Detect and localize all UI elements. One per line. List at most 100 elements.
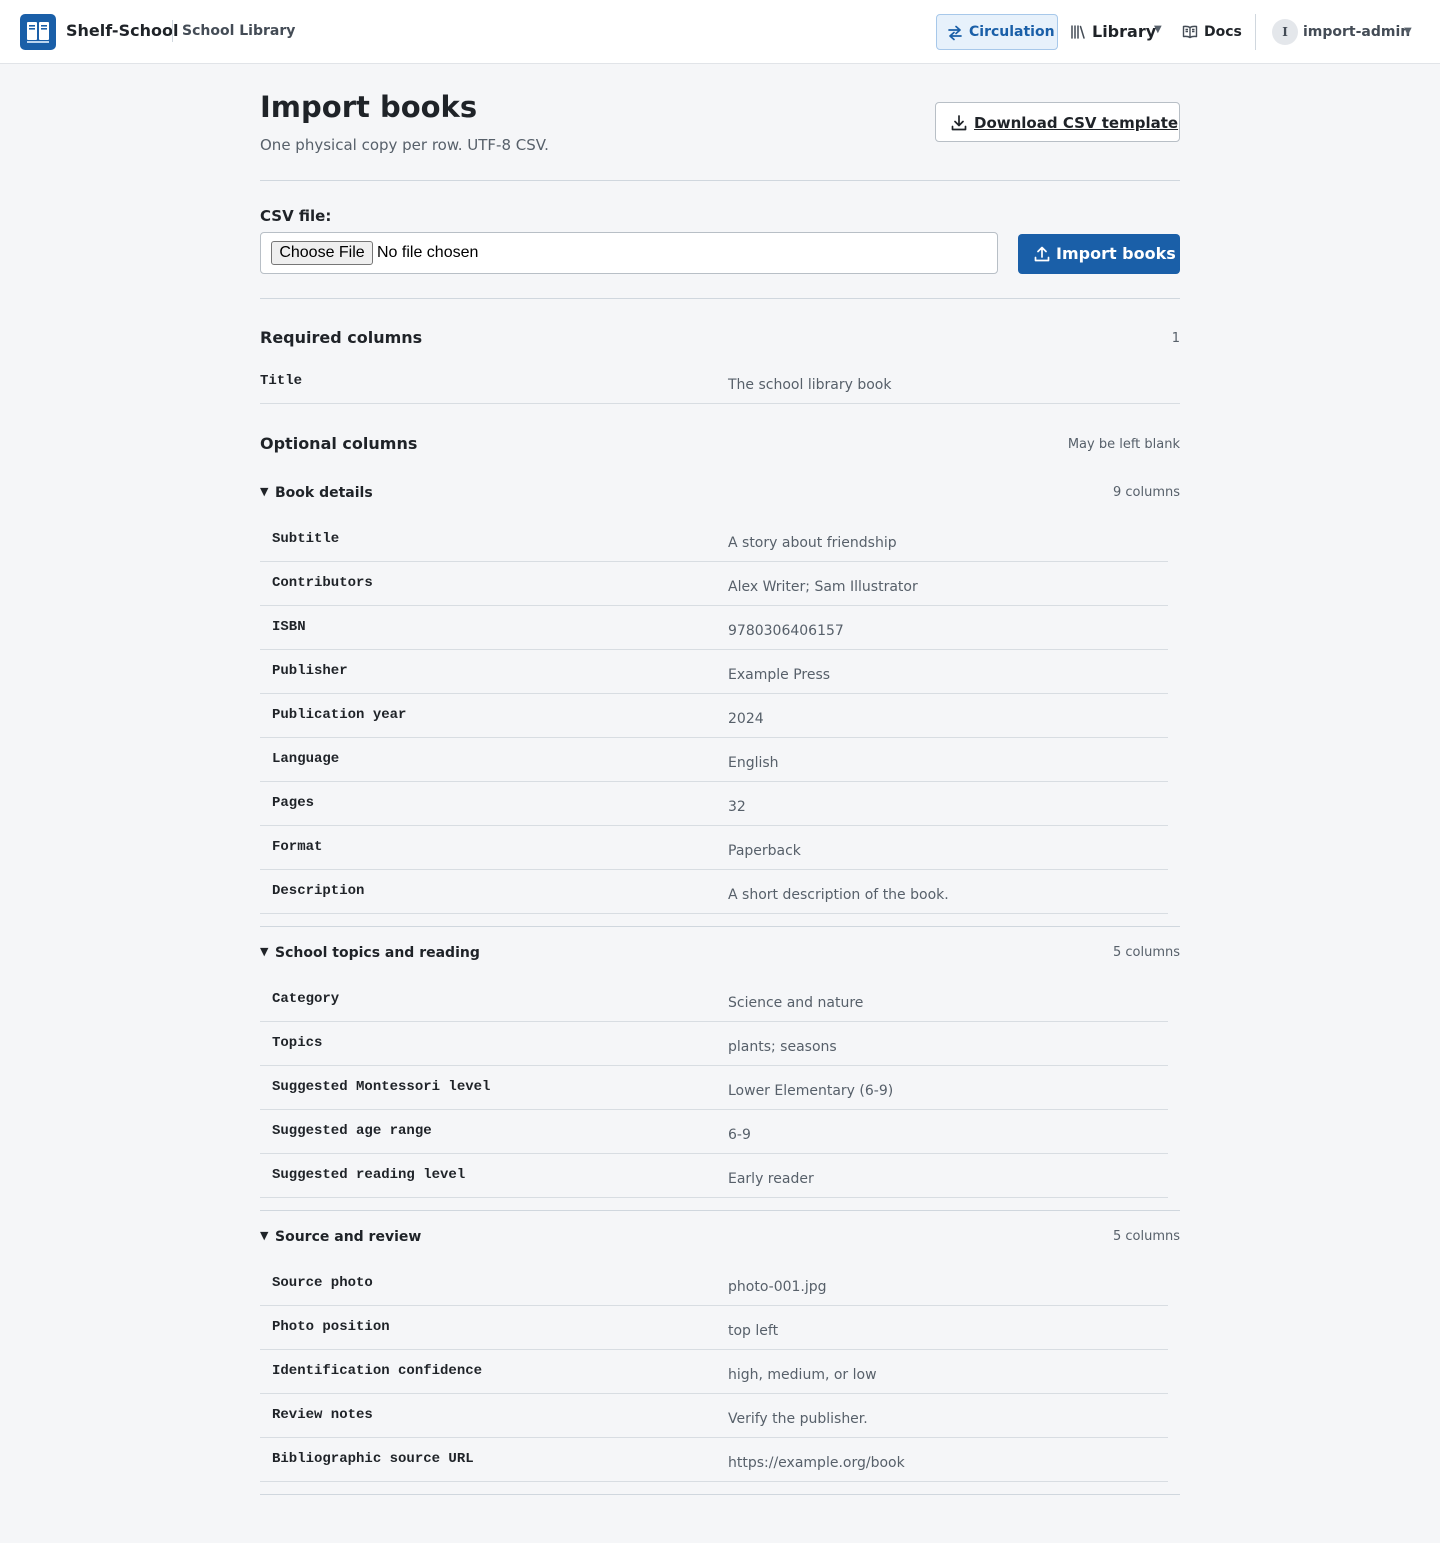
column-example: high, medium, or low bbox=[728, 1367, 877, 1383]
download-icon bbox=[950, 114, 968, 136]
column-example: photo-001.jpg bbox=[728, 1279, 827, 1295]
group-title: Book details bbox=[275, 485, 373, 501]
avatar: I bbox=[1272, 19, 1298, 45]
divider bbox=[260, 1494, 1180, 1495]
column-example: Lower Elementary (6-9) bbox=[728, 1083, 894, 1099]
column-name: Topics bbox=[272, 1035, 323, 1051]
caret-down-icon: ▼ bbox=[260, 485, 269, 498]
nav-docs[interactable]: Docs bbox=[1180, 14, 1244, 50]
column-example: English bbox=[728, 755, 779, 771]
column-example: https://example.org/book bbox=[728, 1455, 905, 1471]
column-example: A short description of the book. bbox=[728, 887, 949, 903]
column-example: 32 bbox=[728, 799, 746, 815]
divider bbox=[260, 926, 1180, 927]
column-name: Title bbox=[260, 373, 303, 389]
column-example: plants; seasons bbox=[728, 1039, 837, 1055]
column-name: Publisher bbox=[272, 663, 348, 679]
optional-columns-note: May be left blank bbox=[1067, 437, 1180, 452]
file-status-text: No file chosen bbox=[377, 244, 479, 261]
nav-divider bbox=[1255, 14, 1256, 50]
nav-docs-label: Docs bbox=[1204, 24, 1242, 40]
nav-circulation[interactable]: Circulation bbox=[936, 14, 1058, 50]
optional-column-row: Description A short description of the bo… bbox=[260, 870, 1168, 914]
column-name: Subtitle bbox=[272, 531, 340, 547]
import-books-label: Import books bbox=[1056, 244, 1176, 263]
column-name: Suggested reading level bbox=[272, 1167, 466, 1183]
group-column-count: 5 columns bbox=[1112, 1229, 1180, 1244]
optional-column-row: Contributors Alex Writer; Sam Illustrator bbox=[260, 562, 1168, 606]
divider bbox=[260, 298, 1180, 299]
optional-column-row: Review notes Verify the publisher. bbox=[260, 1394, 1168, 1438]
column-name: Pages bbox=[272, 795, 315, 811]
nav-circulation-label: Circulation bbox=[969, 24, 1055, 40]
optional-column-row: Category Science and nature bbox=[260, 978, 1168, 1022]
column-name: Review notes bbox=[272, 1407, 373, 1423]
optional-column-row: Publication year 2024 bbox=[260, 694, 1168, 738]
chevron-down-icon: ▼ bbox=[1154, 24, 1162, 35]
optional-column-row: Pages 32 bbox=[260, 782, 1168, 826]
column-name: Language bbox=[272, 751, 340, 767]
brand-subtitle: School Library bbox=[182, 23, 296, 39]
column-example: Example Press bbox=[728, 667, 831, 683]
column-name: Photo position bbox=[272, 1319, 390, 1335]
optional-column-row: Subtitle A story about friendship bbox=[260, 518, 1168, 562]
swap-arrows-icon bbox=[946, 24, 964, 46]
column-example: 6-9 bbox=[728, 1127, 751, 1143]
column-name: Suggested age range bbox=[272, 1123, 432, 1139]
top-navbar: Shelf-School School Library Circulation … bbox=[0, 0, 1440, 64]
upload-icon bbox=[1033, 245, 1051, 267]
page-title: Import books bbox=[260, 90, 478, 124]
column-name: ISBN bbox=[272, 619, 306, 635]
brand-name[interactable]: Shelf-School bbox=[66, 20, 178, 42]
download-csv-template-button[interactable]: Download CSV template bbox=[935, 102, 1180, 142]
open-book-icon bbox=[1182, 24, 1198, 44]
csv-file-input[interactable]: Choose File No file chosen bbox=[260, 232, 998, 274]
optional-column-row: Identification confidence high, medium, o… bbox=[260, 1350, 1168, 1394]
column-name: Format bbox=[272, 839, 323, 855]
page-description: One physical copy per row. UTF-8 CSV. bbox=[260, 136, 549, 154]
import-books-button[interactable]: Import books bbox=[1018, 234, 1180, 274]
group-column-count: 5 columns bbox=[1112, 945, 1180, 960]
optional-column-row: Format Paperback bbox=[260, 826, 1168, 870]
column-name: Bibliographic source URL bbox=[272, 1451, 474, 1467]
choose-file-button[interactable]: Choose File bbox=[271, 241, 373, 265]
optional-column-row: ISBN 9780306406157 bbox=[260, 606, 1168, 650]
chevron-down-icon: ▼ bbox=[1404, 26, 1412, 37]
required-columns-heading: Required columns bbox=[260, 328, 423, 347]
optional-column-row: Photo position top left bbox=[260, 1306, 1168, 1350]
optional-column-row: Source photo photo-001.jpg bbox=[260, 1262, 1168, 1306]
column-name: Contributors bbox=[272, 575, 373, 591]
divider bbox=[260, 180, 1180, 181]
group-title: Source and review bbox=[275, 1229, 422, 1245]
caret-down-icon: ▼ bbox=[260, 945, 269, 958]
optional-column-row: Topics plants; seasons bbox=[260, 1022, 1168, 1066]
csv-file-label: CSV file: bbox=[260, 207, 332, 225]
column-example: Science and nature bbox=[728, 995, 864, 1011]
column-example: A story about friendship bbox=[728, 535, 897, 551]
optional-column-row: Publisher Example Press bbox=[260, 650, 1168, 694]
group-school-topics-toggle[interactable]: ▼ School topics and reading 5 columns bbox=[260, 942, 1180, 964]
bookshelf-icon bbox=[1070, 24, 1086, 44]
group-book-details-toggle[interactable]: ▼ Book details 9 columns bbox=[260, 482, 1180, 504]
optional-column-row: Suggested reading level Early reader bbox=[260, 1154, 1168, 1198]
column-example: Alex Writer; Sam Illustrator bbox=[728, 579, 918, 595]
brand-divider bbox=[172, 20, 173, 42]
column-example: 9780306406157 bbox=[728, 623, 844, 639]
column-example: The school library book bbox=[728, 377, 892, 393]
book-logo-icon[interactable] bbox=[20, 14, 56, 50]
user-menu[interactable]: I import-admin ▼ bbox=[1270, 14, 1420, 50]
optional-column-row: Suggested Montessori level Lower Elementa… bbox=[260, 1066, 1168, 1110]
column-name: Suggested Montessori level bbox=[272, 1079, 491, 1095]
column-name: Identification confidence bbox=[272, 1363, 483, 1379]
column-example: Verify the publisher. bbox=[728, 1411, 868, 1427]
required-columns-count: 1 bbox=[1171, 331, 1180, 346]
group-title: School topics and reading bbox=[275, 945, 480, 961]
column-example: top left bbox=[728, 1323, 779, 1339]
divider bbox=[260, 1210, 1180, 1211]
group-column-count: 9 columns bbox=[1112, 485, 1180, 500]
group-source-review-toggle[interactable]: ▼ Source and review 5 columns bbox=[260, 1226, 1180, 1248]
column-example: Paperback bbox=[728, 843, 801, 859]
caret-down-icon: ▼ bbox=[260, 1229, 269, 1242]
nav-library-menu[interactable]: Library ▼ bbox=[1068, 14, 1168, 50]
download-csv-template-label: Download CSV template bbox=[974, 114, 1179, 132]
